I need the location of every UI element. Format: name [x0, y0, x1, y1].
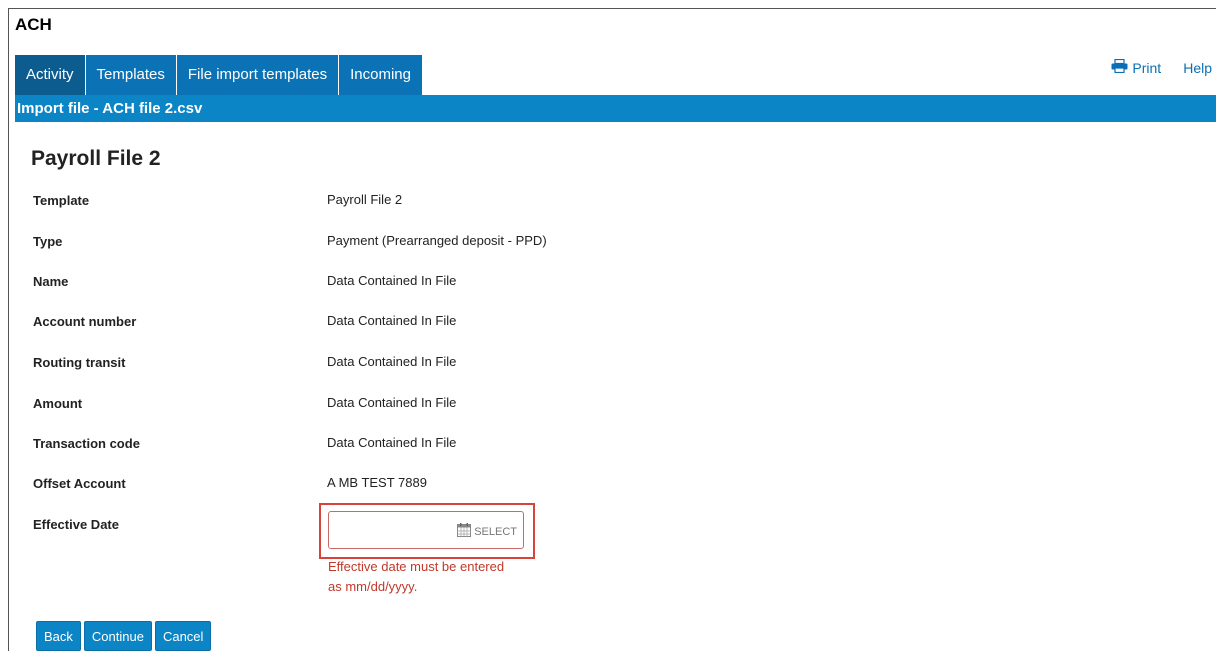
select-label: SELECT: [474, 525, 517, 538]
field-value-routing-transit: Data Contained In File: [327, 354, 457, 369]
action-buttons: Back Continue Cancel: [36, 621, 214, 651]
field-value-template: Payroll File 2: [327, 192, 403, 207]
effective-date-field: SELECT: [328, 511, 524, 549]
field-value-name: Data Contained In File: [327, 273, 457, 288]
effective-date-error: Effective date must be entered as mm/dd/…: [328, 559, 505, 594]
app-frame: ACH Activity Templates File import templ…: [8, 8, 1216, 651]
tab-incoming[interactable]: Incoming: [339, 55, 423, 95]
printer-icon: [1111, 58, 1128, 76]
field-value-transaction-code: Data Contained In File: [327, 435, 457, 450]
back-button[interactable]: Back: [36, 621, 81, 651]
tab-templates[interactable]: Templates: [85, 55, 177, 95]
field-value-offset-account: A MB TEST 7889: [327, 475, 427, 490]
field-label-type: Type: [33, 234, 63, 249]
print-link[interactable]: Print: [1111, 58, 1162, 76]
date-select-button[interactable]: SELECT: [457, 523, 517, 540]
field-label-account-number: Account number: [33, 314, 137, 329]
tab-bar: Activity Templates File import templates…: [15, 55, 423, 95]
field-value-account-number: Data Contained In File: [327, 313, 457, 328]
calendar-icon: [457, 523, 472, 540]
subheader-bar: Import file - ACH file 2.csv: [15, 95, 1216, 122]
cancel-button[interactable]: Cancel: [154, 621, 212, 651]
print-label: Print: [1132, 59, 1162, 76]
field-value-amount: Data Contained In File: [327, 395, 457, 410]
field-label-amount: Amount: [33, 396, 83, 411]
field-label-routing-transit: Routing transit: [33, 355, 126, 370]
continue-button[interactable]: Continue: [83, 621, 152, 651]
tab-file-import-templates[interactable]: File import templates: [176, 55, 340, 95]
app-title: ACH: [15, 15, 52, 34]
field-label-effective-date: Effective Date: [33, 517, 119, 532]
field-value-type: Payment (Prearranged deposit - PPD): [327, 233, 547, 248]
effective-date-input[interactable]: [333, 516, 447, 546]
tab-activity[interactable]: Activity: [15, 55, 86, 95]
top-links: Print Help: [1111, 58, 1216, 76]
help-link[interactable]: Help: [1183, 60, 1212, 76]
field-label-offset-account: Offset Account: [33, 476, 126, 491]
page-title: Payroll File 2: [31, 147, 161, 170]
field-label-transaction-code: Transaction code: [33, 436, 140, 451]
field-label-name: Name: [33, 274, 69, 289]
field-label-template: Template: [33, 193, 90, 208]
